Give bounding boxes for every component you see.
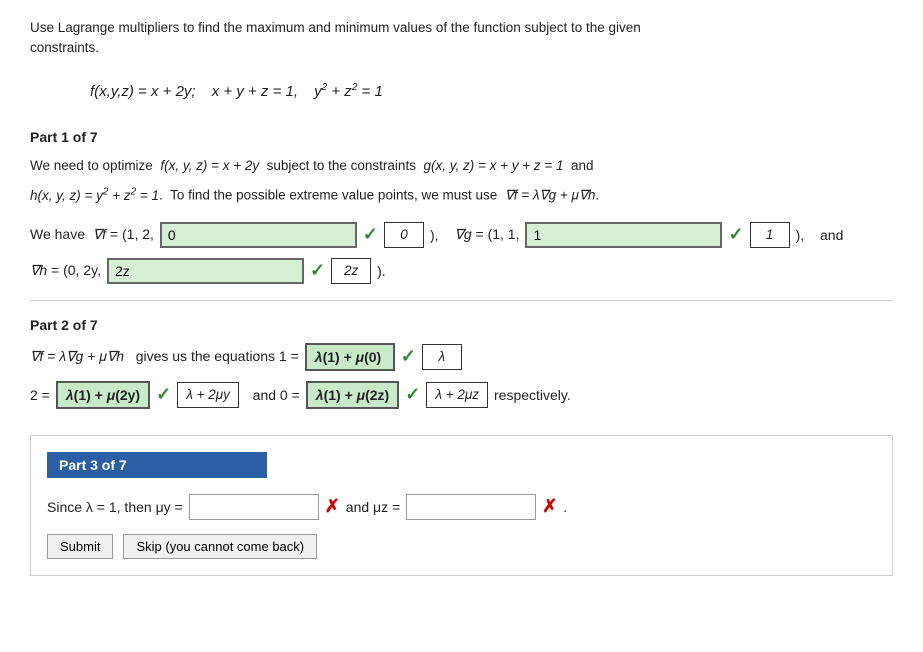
eq3-filled: λ(1) + μ(2z): [306, 381, 399, 409]
vh-check: ✓: [310, 260, 325, 281]
vg-input[interactable]: [525, 222, 722, 248]
eq3-suffix: respectively.: [494, 387, 571, 403]
vg-answer: 1: [750, 222, 790, 248]
vh-input[interactable]: [107, 258, 304, 284]
part1-header: Part 1 of 7: [30, 129, 893, 145]
eq1-answer: λ: [422, 344, 462, 370]
instructions-text: Use Lagrange multipliers to find the max…: [30, 20, 641, 55]
muz-input[interactable]: [406, 494, 536, 520]
eq3-check: ✓: [405, 384, 420, 405]
vg-close: ),: [796, 227, 805, 243]
vf-row: We have ∇f = (1, 2, ✓ 0 ), ∇g = (1, 1, ✓…: [30, 222, 893, 248]
divider1: [30, 300, 893, 301]
mu-prefix: and μz =: [346, 499, 400, 515]
muy-input[interactable]: [189, 494, 319, 520]
vf-input[interactable]: [160, 222, 357, 248]
formula-line: f(x,y,z) = x + 2y; x + y + z = 1, y2 + z…: [90, 77, 893, 107]
vf-check: ✓: [363, 224, 378, 245]
part3-section: Part 3 of 7 Since λ = 1, then μy = ✗ and…: [30, 435, 893, 576]
vf-answer: 0: [384, 222, 424, 248]
part3-header: Part 3 of 7: [47, 452, 267, 478]
part3-row: Since λ = 1, then μy = ✗ and μz = ✗ .: [47, 494, 876, 520]
eq3-answer: λ + 2μz: [426, 382, 488, 408]
submit-button[interactable]: Submit: [47, 534, 113, 559]
part1-desc1: We need to optimize f(x, y, z) = x + 2y …: [30, 155, 790, 178]
constraint2: y2 + z2 = 1: [314, 83, 383, 100]
part1-desc2: h(x, y, z) = y2 + z2 = 1. To find the po…: [30, 183, 790, 207]
eq1-row: ∇f = λ∇g + μ∇h gives us the equations 1 …: [30, 343, 893, 371]
eq2-check: ✓: [156, 384, 171, 405]
lambda-prefix: Since λ = 1, then μy =: [47, 499, 183, 515]
vf-label: We have ∇f = (1, 2,: [30, 226, 154, 243]
vf-close: ),: [430, 227, 439, 243]
vh-answer: 2z: [331, 258, 371, 284]
fx-formula: f(x,y,z) = x + 2y;: [90, 83, 196, 100]
vg-check: ✓: [728, 224, 743, 245]
eq2-prefix: 2 =: [30, 387, 50, 403]
button-row: Submit Skip (you cannot come back): [47, 534, 876, 559]
vh-label: ∇h = (0, 2y,: [30, 262, 101, 279]
eq1-check: ✓: [401, 346, 416, 367]
eq2-filled: λ(1) + μ(2y): [56, 381, 150, 409]
part2-header: Part 2 of 7: [30, 317, 893, 333]
cross1: ✗: [325, 496, 340, 517]
period: .: [563, 499, 567, 515]
eq23-row: 2 = λ(1) + μ(2y) ✓ λ + 2μy and 0 = λ(1) …: [30, 381, 893, 409]
vh-row: ∇h = (0, 2y, ✓ 2z ).: [30, 258, 893, 284]
eq1-prefix: ∇f = λ∇g + μ∇h gives us the equations 1 …: [30, 348, 299, 365]
and-label: and: [820, 227, 843, 243]
constraint1: x + y + z = 1,: [212, 83, 298, 100]
eq2-answer: λ + 2μy: [177, 382, 239, 408]
eq1-filled: λ(1) + μ(0): [305, 343, 395, 371]
vg-label: ∇g = (1, 1,: [454, 226, 519, 243]
vh-close: ).: [377, 263, 386, 279]
cross2: ✗: [542, 496, 557, 517]
instructions: Use Lagrange multipliers to find the max…: [30, 18, 710, 59]
eq2-and: and 0 =: [245, 387, 300, 403]
part1-body: We need to optimize f(x, y, z) = x + 2y …: [30, 155, 790, 208]
skip-button[interactable]: Skip (you cannot come back): [123, 534, 317, 559]
